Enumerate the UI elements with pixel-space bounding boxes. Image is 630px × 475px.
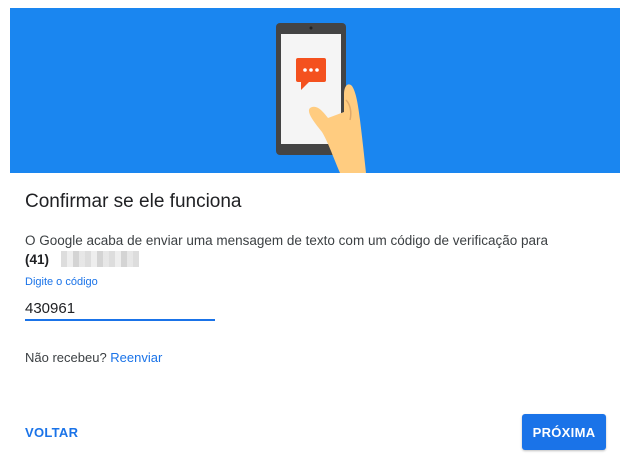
hero-banner bbox=[10, 8, 620, 173]
resend-prompt: Não recebeu? bbox=[25, 350, 107, 365]
phone-message-illustration bbox=[276, 23, 366, 173]
phone-area-code: (41) bbox=[25, 251, 50, 267]
verification-description: O Google acaba de enviar uma mensagem de… bbox=[25, 233, 549, 248]
verification-code-input[interactable] bbox=[25, 297, 215, 321]
back-button[interactable]: VOLTAR bbox=[25, 425, 78, 440]
phone-number: (41) bbox=[25, 251, 140, 267]
redacted-phone-digits bbox=[61, 251, 140, 267]
page-title: Confirmar se ele funciona bbox=[25, 191, 242, 212]
resend-line: Não recebeu? Reenviar bbox=[25, 350, 162, 365]
code-field-label: Digite o código bbox=[25, 276, 98, 288]
next-button[interactable]: PRÓXIMA bbox=[522, 414, 606, 450]
resend-link[interactable]: Reenviar bbox=[110, 350, 162, 365]
